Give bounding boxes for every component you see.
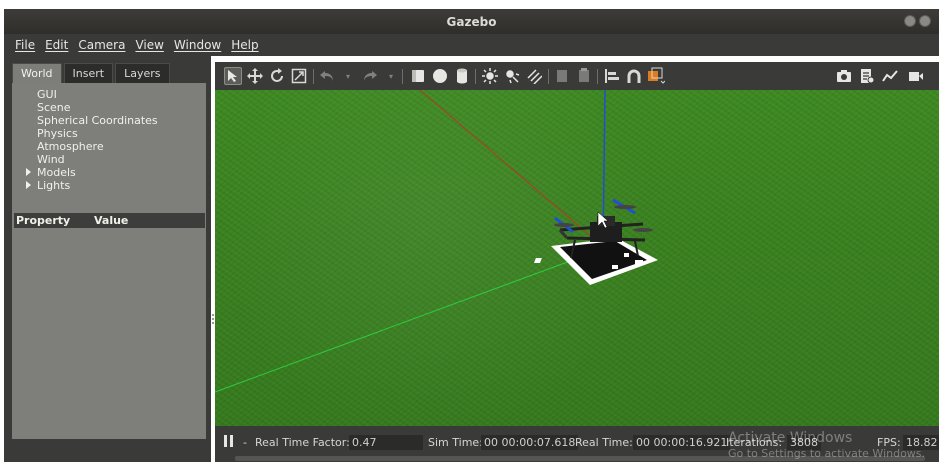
rotate-icon[interactable] — [268, 67, 286, 85]
scene-viewport[interactable] — [215, 90, 939, 426]
activation-watermark-subtitle: Go to Settings to activate Windows. — [728, 447, 926, 460]
scene-render — [215, 90, 658, 393]
select-arrow-icon[interactable] — [224, 67, 242, 85]
box-icon[interactable] — [409, 67, 427, 85]
undo-icon[interactable] — [318, 67, 336, 85]
real-time-factor-label: Real Time Factor: — [255, 436, 350, 449]
title-bar: Gazebo — [4, 9, 939, 34]
property-column-header: Property — [16, 214, 71, 227]
tree-item-spherical-coordinates[interactable]: Spherical Coordinates — [37, 114, 158, 127]
x-axis-line — [419, 90, 608, 251]
redo-dropdown-icon[interactable]: ▾ — [382, 67, 400, 85]
real-time-label: Real Time: — [575, 436, 633, 449]
real-time-value: 00 00:00:16.921 — [633, 435, 731, 450]
tree-item-models[interactable]: Models — [26, 166, 76, 179]
undo-dropdown-icon[interactable]: ▾ — [339, 67, 357, 85]
expand-arrow-icon[interactable] — [26, 181, 31, 189]
directional-light-icon[interactable] — [525, 67, 543, 85]
tree-item-lights-label: Lights — [37, 179, 71, 192]
align-icon[interactable] — [603, 67, 621, 85]
redo-icon[interactable] — [361, 67, 379, 85]
tab-layers[interactable]: Layers — [115, 63, 170, 83]
value-column-header: Value — [94, 214, 129, 227]
tree-item-wind[interactable]: Wind — [37, 153, 65, 166]
log-icon[interactable] — [858, 67, 876, 85]
panel-tabs: World Insert Layers — [12, 63, 170, 83]
menu-file[interactable]: File — [10, 38, 40, 52]
menu-window[interactable]: Window — [169, 38, 226, 52]
tree-item-models-label: Models — [37, 166, 76, 179]
tree-item-physics[interactable]: Physics — [37, 127, 78, 140]
cylinder-icon[interactable] — [453, 67, 471, 85]
sim-time-value: 00 00:00:07.618 — [481, 435, 579, 450]
menu-view[interactable]: View — [130, 38, 168, 52]
tab-world[interactable]: World — [12, 63, 62, 83]
menu-help[interactable]: Help — [226, 38, 263, 52]
spot-light-icon[interactable] — [503, 67, 521, 85]
toolbar: ▾ ▾ — [215, 62, 939, 90]
view-angle-icon[interactable] — [647, 67, 665, 85]
video-icon[interactable] — [907, 67, 925, 85]
menu-bar: File Edit Camera View Window Help — [4, 34, 939, 56]
minimize-button[interactable] — [904, 15, 916, 27]
aruco-landing-pad — [534, 238, 658, 285]
tree-item-gui[interactable]: GUI — [37, 88, 57, 101]
tree-item-atmosphere[interactable]: Atmosphere — [37, 140, 104, 153]
step-icon[interactable]: - — [243, 435, 247, 450]
menu-camera[interactable]: Camera — [73, 38, 130, 52]
close-button[interactable] — [919, 15, 931, 27]
left-panel: World Insert Layers GUI Scene Spherical … — [4, 56, 214, 462]
world-tree: GUI Scene Spherical Coordinates Physics … — [12, 83, 206, 439]
property-table-header: Property Value — [14, 213, 205, 228]
real-time-factor-value: 0.47 — [349, 435, 423, 450]
sim-time-label: Sim Time: — [428, 436, 483, 449]
pause-button[interactable] — [223, 434, 235, 449]
paste-icon[interactable] — [575, 67, 593, 85]
y-axis-line — [215, 249, 601, 393]
screenshot-icon[interactable] — [835, 67, 853, 85]
menu-edit[interactable]: Edit — [40, 38, 73, 52]
window-controls — [904, 15, 931, 27]
tree-item-lights[interactable]: Lights — [26, 179, 70, 192]
translate-icon[interactable] — [246, 67, 264, 85]
snap-icon[interactable] — [625, 67, 643, 85]
window-title: Gazebo — [446, 15, 497, 29]
copy-icon[interactable] — [553, 67, 571, 85]
tree-item-scene[interactable]: Scene — [37, 101, 71, 114]
activation-watermark-title: Activate Windows — [728, 430, 853, 446]
tab-insert[interactable]: Insert — [63, 63, 114, 83]
expand-arrow-icon[interactable] — [26, 168, 31, 176]
sphere-icon[interactable] — [431, 67, 449, 85]
scale-icon[interactable] — [290, 67, 308, 85]
point-light-icon[interactable] — [481, 67, 499, 85]
plot-icon[interactable] — [881, 67, 899, 85]
